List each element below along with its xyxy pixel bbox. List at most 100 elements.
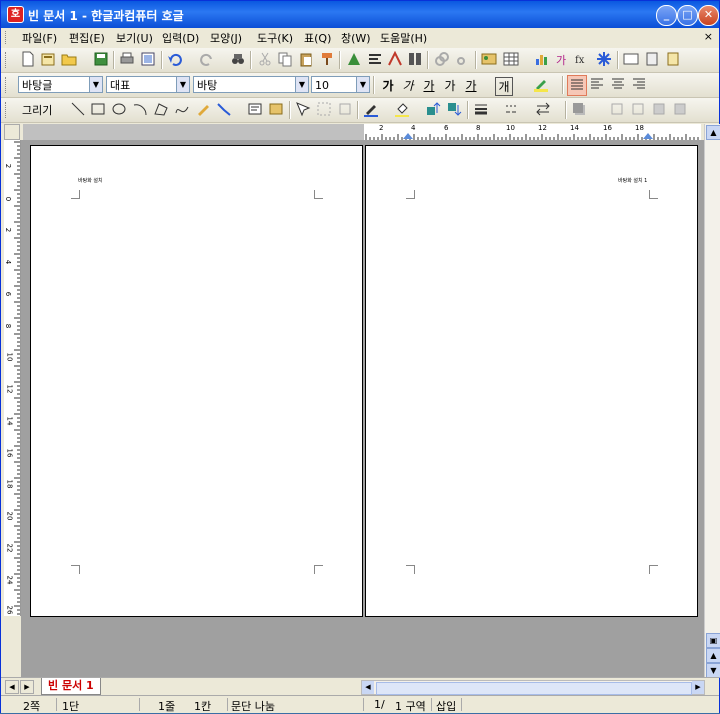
bold-button[interactable]: 가	[380, 77, 396, 94]
menu-file[interactable]: 파일(F)	[22, 30, 57, 46]
select-objects-icon[interactable]	[295, 101, 311, 117]
object-icon[interactable]	[268, 101, 284, 117]
open-folder-icon[interactable]	[61, 51, 77, 67]
vertical-ruler[interactable]: 2 0 2 4 6 8 10 12 14 16 18 20 22 24 26	[4, 140, 21, 616]
menu-insert[interactable]: 입력(D)	[162, 30, 199, 46]
ungroup-icon[interactable]	[337, 101, 353, 117]
pencil-icon[interactable]	[195, 101, 211, 117]
page-2[interactable]: 바탕화 설치 1	[365, 145, 698, 617]
next-page-button[interactable]: ▼	[706, 663, 720, 678]
line-color-icon[interactable]	[363, 101, 379, 117]
distribute-icon[interactable]	[672, 101, 688, 117]
hangul-app-icon[interactable]: 호	[7, 6, 24, 23]
rectangle-icon[interactable]	[90, 101, 106, 117]
vertical-scrollbar[interactable]: ▲ ▣ ▲ ▼	[704, 124, 720, 678]
bring-front-icon[interactable]	[425, 101, 441, 117]
curve-icon[interactable]	[174, 101, 190, 117]
chevron-down-icon[interactable]: ▼	[89, 77, 102, 92]
cut-icon[interactable]	[257, 51, 273, 67]
scroll-up-button[interactable]: ▲	[706, 125, 720, 140]
chevron-down-icon[interactable]: ▼	[356, 77, 369, 92]
title-bar[interactable]: 호 빈 문서 1 - 한글과컴퓨터 호글 _ □ ✕	[1, 1, 719, 28]
connector-icon[interactable]	[216, 101, 232, 117]
ruler-corner[interactable]	[4, 124, 20, 140]
justify-button[interactable]	[567, 75, 587, 96]
polygon-icon[interactable]	[153, 101, 169, 117]
line-width-icon[interactable]	[473, 101, 489, 117]
menubar-grip[interactable]	[5, 31, 9, 44]
draw-menu-button[interactable]: 그리기	[22, 102, 52, 118]
document-canvas[interactable]: 바탕화 설치 바탕화 설치 1	[21, 140, 705, 677]
font-combo[interactable]: 바탕 ▼	[193, 76, 309, 93]
new-document-icon[interactable]	[20, 51, 36, 67]
highlight-pen-icon[interactable]	[533, 76, 549, 92]
char-border-button[interactable]: 개	[495, 77, 513, 96]
fill-color-icon[interactable]	[394, 101, 410, 117]
tab-next-icon[interactable]: ▶	[20, 680, 34, 694]
horizontal-ruler[interactable]: 2 4 6 8 10 12 14 16 18	[364, 124, 701, 141]
menu-table[interactable]: 표(Q)	[304, 30, 331, 46]
scrap-icon[interactable]	[644, 51, 660, 67]
rotate-icon[interactable]	[609, 101, 625, 117]
memo-icon[interactable]	[623, 51, 639, 67]
horizontal-scrollbar[interactable]: ◀ ▶	[361, 680, 705, 695]
send-back-icon[interactable]	[446, 101, 462, 117]
toolbar-grip[interactable]	[5, 52, 9, 68]
menu-window[interactable]: 창(W)	[341, 30, 371, 46]
textbox-icon[interactable]	[247, 101, 263, 117]
shadow-icon[interactable]	[571, 101, 587, 117]
binoculars-icon[interactable]	[230, 51, 246, 67]
text-art-icon[interactable]: 가	[555, 51, 571, 67]
maximize-button[interactable]: □	[677, 5, 698, 26]
paste-icon[interactable]	[298, 51, 314, 67]
menu-view[interactable]: 보기(U)	[116, 30, 153, 46]
menu-format[interactable]: 모양(J)	[210, 30, 242, 46]
picture-icon[interactable]	[481, 51, 497, 67]
link-icon[interactable]	[434, 51, 450, 67]
page-view-button[interactable]: ▣	[706, 633, 720, 648]
arrow-style-icon[interactable]	[535, 101, 551, 117]
paragraph-style-icon[interactable]	[367, 51, 383, 67]
align-left-icon[interactable]	[589, 76, 605, 92]
arc-icon[interactable]	[132, 101, 148, 117]
underline-button[interactable]: 가	[421, 77, 437, 94]
prev-page-button[interactable]: ▲	[706, 648, 720, 663]
menu-edit[interactable]: 편집(E)	[69, 30, 105, 46]
font-size-combo[interactable]: 10 ▼	[311, 76, 370, 93]
menu-help[interactable]: 도움말(H)	[380, 30, 427, 46]
format-painter-icon[interactable]	[319, 51, 335, 67]
superscript-button[interactable]: 가	[442, 77, 458, 94]
scroll-right-button[interactable]: ▶	[692, 681, 704, 694]
shape-style-icon[interactable]	[346, 51, 362, 67]
chart-icon[interactable]	[534, 51, 550, 67]
table-icon[interactable]	[503, 51, 519, 67]
ellipse-icon[interactable]	[111, 101, 127, 117]
column-icon[interactable]	[407, 51, 423, 67]
chevron-down-icon[interactable]: ▼	[295, 77, 308, 92]
sheet-icon[interactable]	[665, 51, 681, 67]
tab-prev-icon[interactable]: ◀	[5, 680, 19, 694]
char-shape-icon[interactable]	[387, 51, 403, 67]
undo-icon[interactable]	[167, 51, 183, 67]
formula-icon[interactable]: fx	[575, 51, 591, 67]
preview-icon[interactable]	[140, 51, 156, 67]
italic-button[interactable]: 가	[400, 77, 416, 94]
horizontal-scroll-thumb[interactable]	[376, 682, 692, 695]
line-icon[interactable]	[70, 101, 86, 117]
scroll-left-button[interactable]: ◀	[362, 681, 374, 694]
line-style-icon[interactable]	[504, 101, 520, 117]
print-icon[interactable]	[119, 51, 135, 67]
close-button[interactable]: ✕	[698, 5, 719, 26]
page-1[interactable]: 바탕화 설치	[30, 145, 363, 617]
group-icon[interactable]	[316, 101, 332, 117]
text-color-button[interactable]: 가	[463, 77, 479, 94]
align-center-icon[interactable]	[610, 76, 626, 92]
flip-icon[interactable]	[630, 101, 646, 117]
style-combo[interactable]: 바탕글 ▼	[18, 76, 103, 93]
save-icon[interactable]	[93, 51, 109, 67]
menu-close-icon[interactable]: ×	[704, 30, 713, 43]
redo-icon[interactable]	[199, 51, 215, 67]
align-objects-icon[interactable]	[651, 101, 667, 117]
minimize-button[interactable]: _	[656, 5, 677, 26]
align-right-icon[interactable]	[631, 76, 647, 92]
